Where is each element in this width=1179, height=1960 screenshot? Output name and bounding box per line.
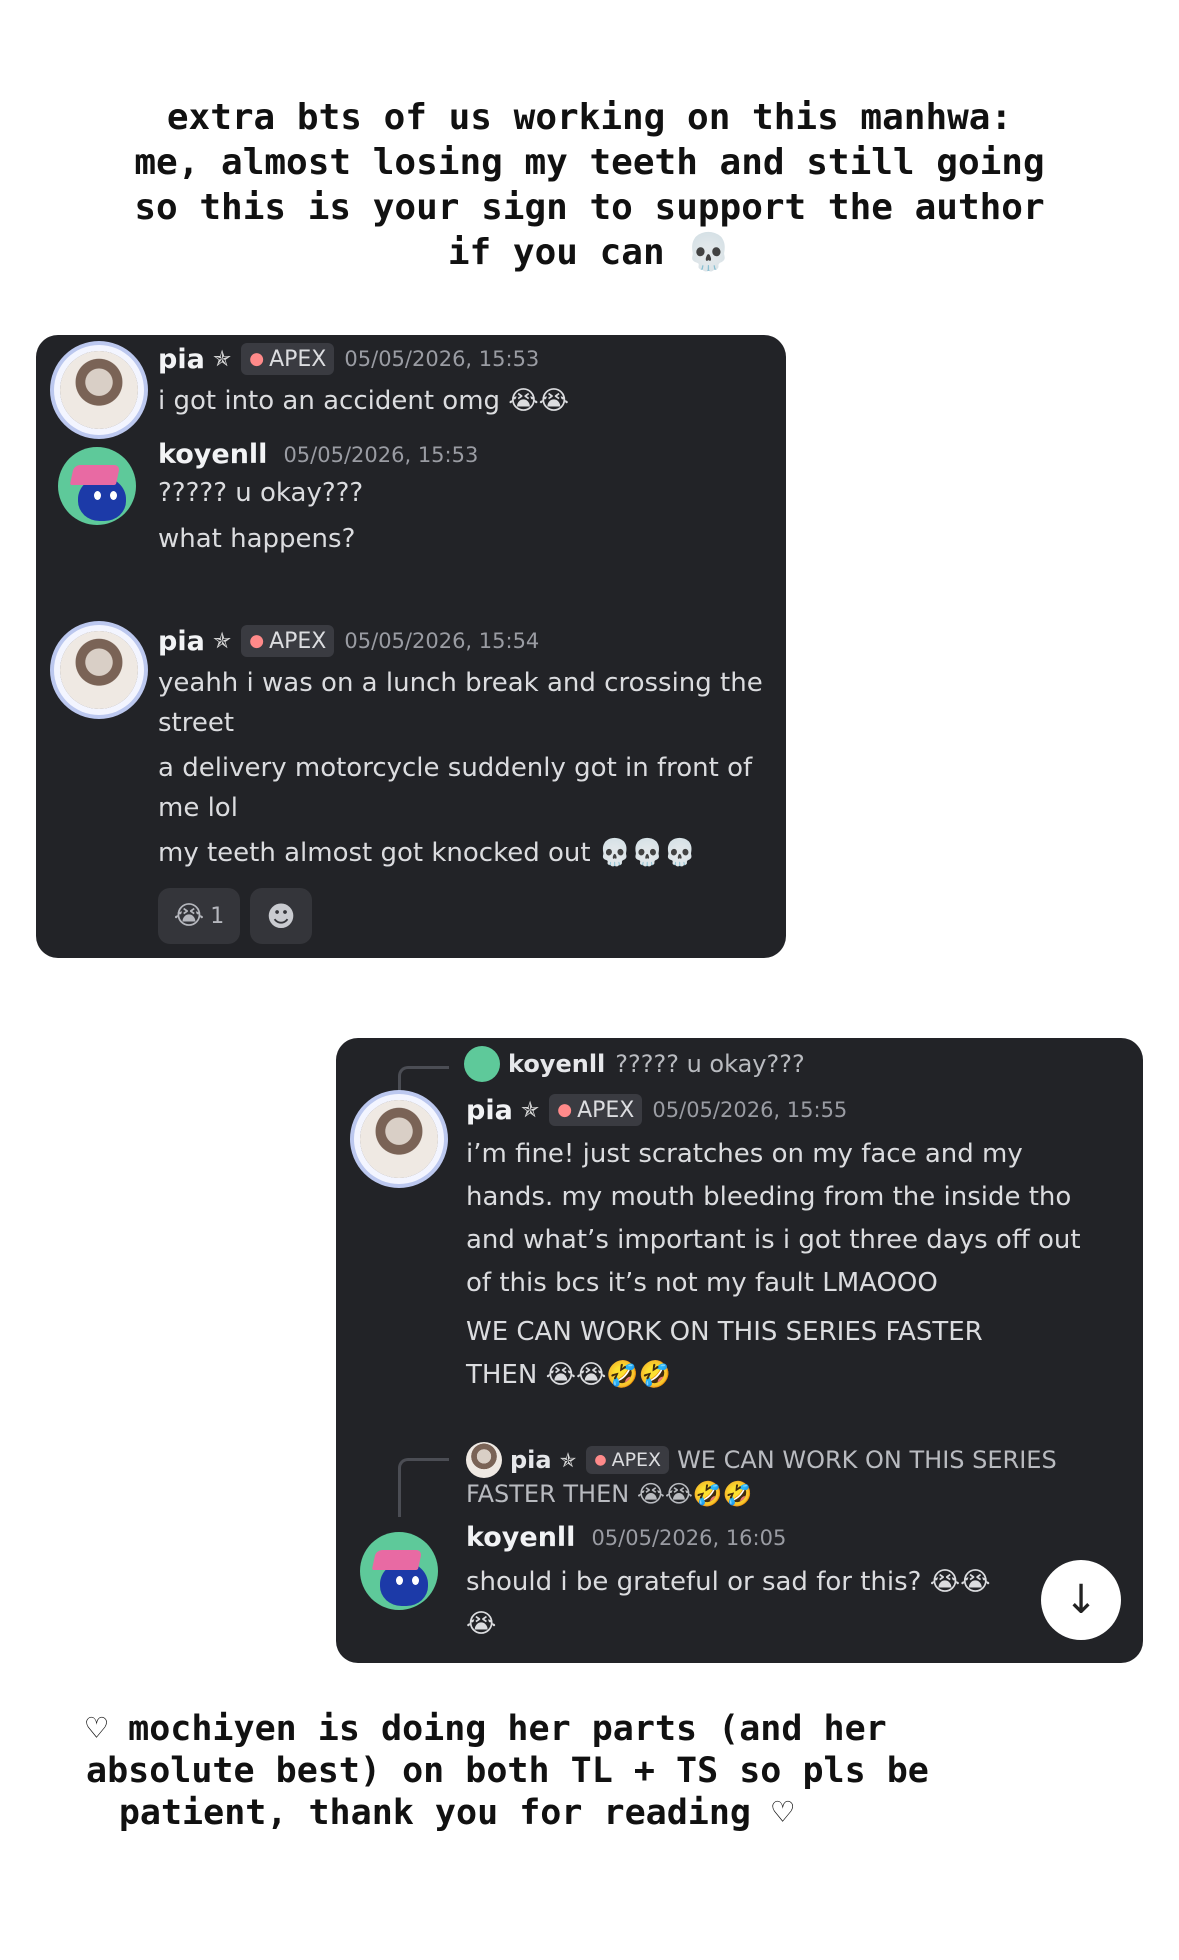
- reply-connector: [398, 1066, 449, 1091]
- message-text: hands. my mouth bleeding from the inside…: [466, 1182, 1072, 1212]
- reply-preview[interactable]: koyenll ????? u okay???: [464, 1046, 805, 1082]
- message-text: i got into an accident omg 😭😭: [158, 386, 570, 416]
- author-name[interactable]: pia: [158, 344, 205, 375]
- author-name[interactable]: koyenll: [466, 1522, 575, 1553]
- reply-preview[interactable]: pia ✯ ● APEX WE CAN WORK ON THIS SERIES: [466, 1442, 1057, 1478]
- server-tag[interactable]: ● APEX: [241, 625, 335, 657]
- skull-icon: ●: [249, 349, 265, 369]
- bottom-caption: ♡ mochiyen is doing her parts (and her a…: [86, 1708, 929, 1834]
- caption-line: absolute best) on both TL + TS so pls be: [86, 1751, 929, 1791]
- caption-line: if you can 💀: [447, 232, 732, 273]
- chat-message: pia ✯ ● APEX 05/05/2026, 15:53 i got into…: [36, 335, 786, 445]
- timestamp: 05/05/2026, 16:05: [591, 1525, 787, 1550]
- chat-message: pia ✯ ● APEX 05/05/2026, 15:54 yeahh i wa…: [36, 615, 786, 958]
- server-tag[interactable]: ● APEX: [549, 1094, 643, 1126]
- author-name[interactable]: koyenll: [158, 439, 267, 470]
- avatar-koyenll[interactable]: [360, 1532, 438, 1610]
- crying-emoji-icon: 😭: [173, 901, 205, 931]
- reply-connector: [398, 1458, 449, 1517]
- caption-line: patient, thank you for reading ♡: [118, 1793, 794, 1833]
- jump-to-bottom-button[interactable]: ↓: [1041, 1560, 1121, 1640]
- message-text: should i be grateful or sad for this? 😭😭: [466, 1567, 991, 1597]
- message-header: pia ✯ ● APEX 05/05/2026, 15:55: [466, 1094, 847, 1126]
- reply-author: pia: [510, 1446, 552, 1474]
- avatar-eye: [110, 491, 117, 500]
- message-header: pia ✯ ● APEX 05/05/2026, 15:53: [158, 343, 539, 375]
- message-text: WE CAN WORK ON THIS SERIES FASTER: [466, 1317, 983, 1347]
- message-header: pia ✯ ● APEX 05/05/2026, 15:54: [158, 625, 539, 657]
- caption-line: me, almost losing my teeth and still goi…: [134, 142, 1045, 183]
- reply-text: ????? u okay???: [615, 1050, 805, 1078]
- tag-label: APEX: [611, 1449, 662, 1471]
- reply-author: koyenll: [508, 1050, 606, 1078]
- message-text: street: [158, 708, 235, 738]
- star-icon: ✯: [559, 1448, 577, 1472]
- reply-text: WE CAN WORK ON THIS SERIES: [677, 1446, 1057, 1474]
- caption-line: ♡ mochiyen is doing her parts (and her: [86, 1709, 887, 1749]
- tag-label: APEX: [269, 628, 327, 654]
- author-name[interactable]: pia: [466, 1095, 513, 1126]
- avatar-eye: [396, 1576, 403, 1585]
- reply-text-continued: FASTER THEN 😭😭🤣🤣: [466, 1480, 753, 1508]
- avatar-pia[interactable]: [60, 351, 138, 429]
- avatar-pia[interactable]: [60, 631, 138, 709]
- message-text: a delivery motorcycle suddenly got in fr…: [158, 753, 753, 783]
- server-tag: ● APEX: [586, 1446, 670, 1474]
- reaction-crying[interactable]: 😭 1: [158, 888, 240, 944]
- message-text: THEN 😭😭🤣🤣: [466, 1360, 672, 1390]
- avatar-eye: [94, 491, 101, 500]
- tag-label: APEX: [577, 1097, 635, 1123]
- star-icon: ✯: [520, 1097, 540, 1123]
- chat-message: koyenll 05/05/2026, 15:53 ????? u okay??…: [36, 439, 786, 555]
- message-text: yeahh i was on a lunch break and crossin…: [158, 668, 763, 698]
- smiley-icon: ☻: [266, 899, 296, 933]
- skull-icon: ●: [557, 1100, 573, 1120]
- avatar-koyenll-mini: [464, 1046, 500, 1082]
- avatar-hat: [371, 1550, 423, 1570]
- message-text: i’m fine! just scratches on my face and …: [466, 1139, 1023, 1169]
- star-icon: ✯: [212, 346, 232, 372]
- author-name[interactable]: pia: [158, 626, 205, 657]
- message-text: me lol: [158, 793, 238, 823]
- message-text: of this bcs it’s not my fault LMAOOO: [466, 1268, 938, 1298]
- avatar-hat: [69, 465, 121, 485]
- message-header: koyenll 05/05/2026, 16:05: [466, 1522, 786, 1553]
- caption-line: so this is your sign to support the auth…: [134, 187, 1045, 228]
- timestamp: 05/05/2026, 15:54: [344, 629, 540, 653]
- arrow-down-icon: ↓: [1064, 1577, 1098, 1623]
- message-text: 😭: [466, 1609, 497, 1639]
- avatar-pia-mini: [466, 1442, 502, 1478]
- message-text: what happens?: [158, 524, 356, 554]
- chat-screenshot-2: koyenll ????? u okay??? pia ✯ ● APEX 05/0…: [336, 1038, 1143, 1663]
- message-text: my teeth almost got knocked out 💀💀💀: [158, 838, 696, 868]
- message-text: ????? u okay???: [158, 478, 364, 508]
- chat-screenshot-1: pia ✯ ● APEX 05/05/2026, 15:53 i got into…: [36, 335, 786, 958]
- caption-line: extra bts of us working on this manhwa:: [166, 97, 1013, 138]
- timestamp: 05/05/2026, 15:55: [652, 1098, 848, 1122]
- top-caption: extra bts of us working on this manhwa: …: [0, 95, 1179, 275]
- add-reaction-button[interactable]: ☻: [250, 888, 312, 944]
- message-text: and what’s important is i got three days…: [466, 1225, 1081, 1255]
- avatar-koyenll[interactable]: [58, 447, 136, 525]
- timestamp: 05/05/2026, 15:53: [344, 347, 540, 371]
- avatar-pia[interactable]: [360, 1100, 438, 1178]
- skull-icon: ●: [594, 1452, 607, 1468]
- star-icon: ✯: [212, 628, 232, 654]
- avatar-eye: [412, 1576, 419, 1585]
- skull-icon: ●: [249, 631, 265, 651]
- server-tag[interactable]: ● APEX: [241, 343, 335, 375]
- message-header: koyenll 05/05/2026, 15:53: [158, 439, 478, 470]
- tag-label: APEX: [269, 346, 327, 372]
- timestamp: 05/05/2026, 15:53: [283, 442, 479, 467]
- reaction-count: 1: [210, 903, 225, 929]
